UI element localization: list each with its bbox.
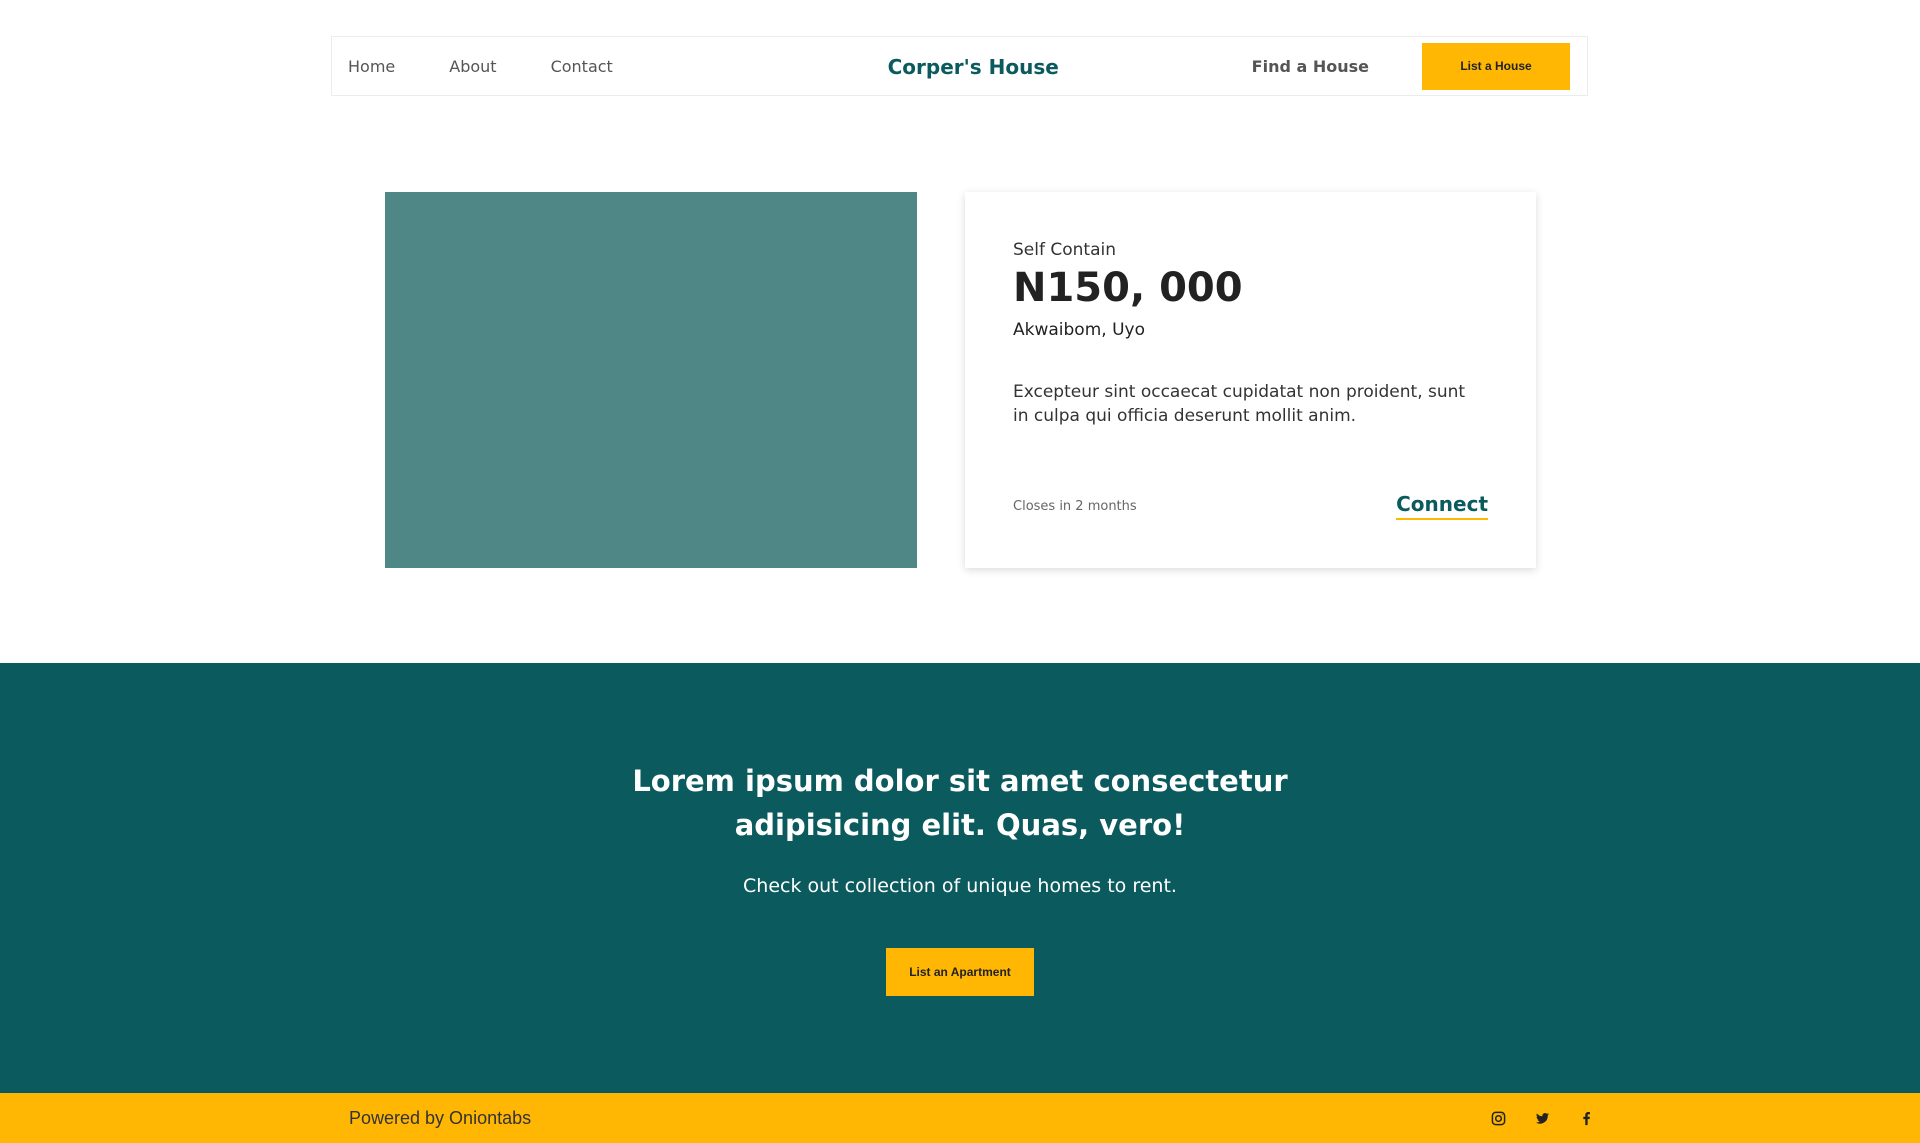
property-type: Self Contain [1013, 240, 1116, 260]
nav-links: Home About Contact [332, 57, 667, 76]
find-house-link[interactable]: Find a House [1252, 57, 1369, 76]
listing-description: Excepteur sint occaecat cupidatat non pr… [1013, 382, 1466, 426]
promo-title-line-1: Lorem ipsum dolor sit amet consectetur [632, 764, 1288, 798]
top-navbar: Home About Contact Corper's House Find a… [331, 36, 1588, 96]
listing-location: Akwaibom, Uyo [1013, 320, 1145, 340]
list-house-button[interactable]: List a House [1422, 42, 1570, 90]
connect-link[interactable]: Connect [1396, 492, 1488, 520]
nav-link-about[interactable]: About [449, 57, 496, 76]
twitter-icon[interactable] [1534, 1110, 1551, 1127]
powered-by-text: Powered by Oniontabs [349, 1107, 532, 1128]
brand-logo-text[interactable]: Corper's House [888, 37, 1059, 97]
listing-card: Self Contain N150, 000 Akwaibom, Uyo Exc… [965, 192, 1536, 568]
nav-link-contact[interactable]: Contact [551, 57, 613, 76]
instagram-icon[interactable] [1490, 1110, 1507, 1127]
footer: Powered by Oniontabs [0, 1093, 1920, 1143]
promo-subtitle: Check out collection of unique homes to … [743, 875, 1177, 897]
closing-time: Closes in 2 months [1013, 498, 1137, 514]
nav-actions: Find a House List a House [1252, 42, 1587, 90]
social-links [1490, 1110, 1595, 1127]
list-apartment-button[interactable]: List an Apartment [886, 948, 1034, 996]
listing-card-footer: Closes in 2 months Connect [1013, 492, 1488, 520]
promo-title-line-2: adipisicing elit. Quas, vero! [734, 808, 1186, 842]
facebook-icon[interactable] [1578, 1110, 1595, 1127]
nav-link-home[interactable]: Home [348, 57, 395, 76]
promo-band: Lorem ipsum dolor sit amet consectetur a… [0, 663, 1920, 1093]
listing-price: N150, 000 [1013, 265, 1243, 311]
listing-image-placeholder [385, 192, 917, 568]
promo-title: Lorem ipsum dolor sit amet consectetur a… [0, 759, 1920, 847]
